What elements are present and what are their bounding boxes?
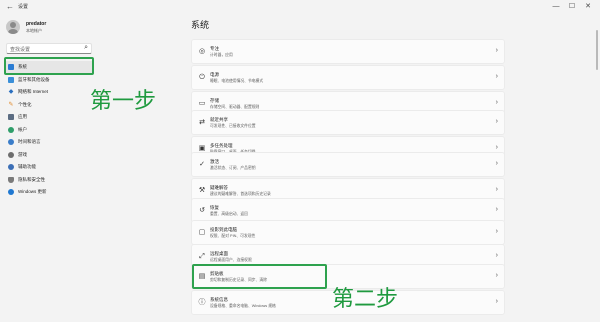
- card-title: 疑难解答: [210, 185, 228, 190]
- account-icon: [8, 126, 14, 133]
- sidebar-item-label: 个性化: [18, 101, 32, 107]
- card-subtitle: 权限、配对 PIN、可发现性: [210, 233, 256, 238]
- card-title: 电源: [210, 72, 219, 77]
- info-icon: ⓘ: [198, 299, 206, 306]
- sidebar-nav: 系统 蓝牙和其他设备 ◆ 网络和 Internet ✎ 个性化 应用 帐户 时间…: [4, 61, 94, 199]
- card-subtitle: 睡眠、电池使用情况、节电模式: [210, 78, 264, 83]
- card-subtitle: 建议的疑难解答、首选项和历史记录: [210, 191, 271, 196]
- sidebar-item-label: 辅助功能: [18, 164, 36, 170]
- storage-icon: ▭: [198, 100, 206, 107]
- user-profile[interactable]: predator 本地帐户: [6, 18, 46, 36]
- sidebar-item-windows-update[interactable]: Windows 更新: [4, 186, 94, 199]
- sidebar-item-label: 应用: [18, 114, 27, 120]
- maximize-button[interactable]: ☐: [564, 1, 580, 13]
- profile-account-type: 本地帐户: [26, 27, 42, 33]
- card-title: 专注: [210, 46, 219, 51]
- chevron-right-icon: ›: [495, 298, 498, 305]
- card-subtitle: 存储空间、驱动器、配置规则: [210, 104, 260, 109]
- sidebar-item-label: 隐私和安全性: [18, 176, 45, 182]
- search-placeholder: 查找设置: [10, 47, 31, 53]
- chevron-right-icon: ›: [495, 73, 498, 80]
- sidebar-item-privacy[interactable]: 隐私和安全性: [4, 174, 94, 187]
- chevron-right-icon: ›: [495, 144, 498, 151]
- setting-card-focus[interactable]: ◎ 专注 计时器，应用 ›: [191, 39, 505, 64]
- step2-highlight-box: [192, 264, 327, 289]
- focus-icon: ◎: [198, 48, 206, 55]
- troubleshoot-icon: ⚒: [198, 187, 206, 194]
- sidebar-item-label: 蓝牙和其他设备: [18, 76, 50, 82]
- card-subtitle: 远程桌面用户、连接权限: [210, 257, 252, 262]
- page-title: 系统: [191, 20, 210, 30]
- gamepad-icon: [8, 151, 14, 158]
- sidebar-item-bluetooth[interactable]: 蓝牙和其他设备: [4, 74, 94, 87]
- card-subtitle: 重置、高级启动、返回: [210, 211, 248, 216]
- profile-name: predator: [26, 20, 47, 27]
- card-title: 就近共享: [210, 117, 228, 122]
- apps-icon: [8, 114, 14, 121]
- window-title: 设置: [18, 4, 29, 10]
- wifi-icon: ◆: [8, 89, 14, 96]
- activation-icon: ✓: [199, 161, 205, 168]
- card-subtitle: 设备规格、重命名电脑、Windows 规格: [210, 303, 276, 308]
- sidebar-item-label: 帐户: [18, 126, 27, 132]
- chevron-right-icon: ›: [495, 47, 498, 54]
- sidebar-item-network[interactable]: ◆ 网络和 Internet: [4, 86, 94, 99]
- sidebar-item-time-language[interactable]: 时间和语言: [4, 136, 94, 149]
- setting-card-nearby-sharing[interactable]: ⇄ 就近共享 可发现性、已接收文件位置 ›: [191, 110, 505, 135]
- card-title: 系统信息: [210, 297, 228, 302]
- card-title: 远程桌面: [210, 251, 228, 256]
- search-input[interactable]: 查找设置 ⌕: [6, 43, 92, 54]
- accessibility-icon: [8, 164, 14, 171]
- sidebar-item-label: Windows 更新: [18, 189, 47, 195]
- recovery-icon: ↺: [199, 207, 205, 214]
- card-title: 存储: [210, 98, 219, 103]
- chevron-right-icon: ›: [495, 99, 498, 106]
- back-arrow-icon[interactable]: ←: [6, 2, 14, 11]
- sidebar-item-accounts[interactable]: 帐户: [4, 124, 94, 137]
- shield-icon: [8, 176, 14, 183]
- chevron-right-icon: ›: [495, 160, 498, 167]
- sidebar-item-personalization[interactable]: ✎ 个性化: [4, 99, 94, 112]
- chevron-right-icon: ›: [495, 186, 498, 193]
- chevron-right-icon: ›: [495, 228, 498, 235]
- avatar: [6, 20, 20, 34]
- window-controls: — ☐ ✕: [548, 1, 596, 13]
- card-title: 投影到此电脑: [210, 227, 237, 232]
- step1-label: 第一步: [90, 89, 157, 114]
- card-title: 激活: [210, 159, 219, 164]
- card-subtitle: 计时器，应用: [210, 52, 233, 57]
- step2-label: 第二步: [332, 287, 399, 312]
- bluetooth-devices-icon: [8, 76, 14, 83]
- sidebar-item-gaming[interactable]: 游戏: [4, 149, 94, 162]
- setting-card-activation[interactable]: ✓ 激活 激活状态、订阅、产品密钥 ›: [191, 152, 505, 177]
- sidebar-item-label: 时间和语言: [18, 139, 41, 145]
- remote-desktop-icon: ⤢: [199, 253, 205, 260]
- projection-icon: ▢: [198, 229, 206, 236]
- card-title: 恢复: [210, 205, 219, 210]
- nearby-share-icon: ⇄: [199, 119, 205, 126]
- card-title: 多任务处理: [210, 143, 233, 148]
- chevron-right-icon: ›: [495, 206, 498, 213]
- card-subtitle: 可发现性、已接收文件位置: [210, 123, 256, 128]
- step1-highlight-box: [4, 57, 94, 75]
- sidebar-item-accessibility[interactable]: 辅助功能: [4, 161, 94, 174]
- sidebar-item-apps[interactable]: 应用: [4, 111, 94, 124]
- minimize-button[interactable]: —: [548, 1, 564, 13]
- power-icon: ⏻: [199, 74, 205, 81]
- sidebar-item-label: 游戏: [18, 151, 27, 157]
- update-icon: [8, 189, 14, 196]
- chevron-right-icon: ›: [495, 252, 498, 259]
- chevron-right-icon: ›: [495, 272, 498, 279]
- clock-globe-icon: [8, 139, 14, 146]
- brush-icon: ✎: [8, 101, 14, 108]
- setting-card-projection[interactable]: ▢ 投影到此电脑 权限、配对 PIN、可发现性 ›: [191, 220, 505, 245]
- title-bar: ← 设置 — ☐ ✕: [0, 0, 600, 14]
- setting-card-power[interactable]: ⏻ 电源 睡眠、电池使用情况、节电模式 ›: [191, 65, 505, 90]
- card-subtitle: 激活状态、订阅、产品密钥: [210, 165, 256, 170]
- close-button[interactable]: ✕: [580, 1, 596, 13]
- chevron-right-icon: ›: [495, 118, 498, 125]
- search-icon[interactable]: ⌕: [84, 44, 88, 52]
- scrollbar[interactable]: [596, 30, 598, 70]
- sidebar-item-label: 网络和 Internet: [18, 89, 49, 95]
